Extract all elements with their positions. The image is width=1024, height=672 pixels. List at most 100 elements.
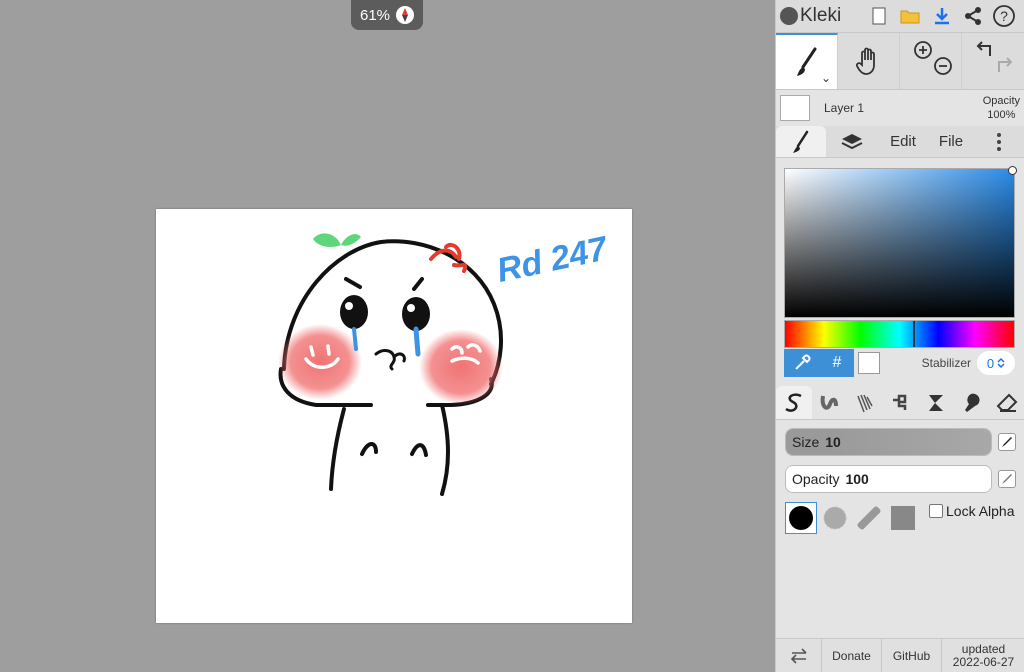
github-link[interactable]: GitHub xyxy=(882,639,942,672)
body-right xyxy=(440,403,450,496)
layer-name: Layer 1 xyxy=(824,101,865,115)
zoom-controls xyxy=(900,33,962,89)
donate-link[interactable]: Donate xyxy=(822,639,882,672)
brush-shape-square[interactable] xyxy=(887,502,919,534)
hue-slider[interactable] xyxy=(784,320,1015,348)
lock-alpha-toggle[interactable]: Lock Alpha xyxy=(929,503,1015,519)
chemy-brush-tab[interactable] xyxy=(918,386,954,419)
drawing-artwork: Rd 247 xyxy=(278,229,612,496)
brush-shape-chisel[interactable] xyxy=(853,502,885,534)
app-logo: Kleki xyxy=(780,5,863,27)
mouth xyxy=(374,349,406,371)
left-eye xyxy=(340,295,368,329)
right-eye xyxy=(402,297,430,331)
canvas-workspace[interactable]: 61% Rd 247 xyxy=(0,0,775,672)
color-saturation-picker[interactable] xyxy=(784,166,1017,318)
tab-brush[interactable] xyxy=(776,126,826,157)
square-shape-icon xyxy=(891,506,915,530)
tab-edit[interactable]: Edit xyxy=(878,126,928,157)
updated-info[interactable]: updated 2022-06-27 xyxy=(942,639,1024,672)
chevron-down-icon[interactable]: ⌄ xyxy=(821,71,831,85)
select-arrows-icon xyxy=(997,357,1005,369)
stabilizer-select[interactable]: 0 xyxy=(977,351,1015,375)
redo-icon[interactable] xyxy=(995,56,1015,74)
secondary-color-swatch[interactable] xyxy=(858,352,880,374)
brush-shape-row: Lock Alpha xyxy=(785,502,1015,534)
left-eyebrow xyxy=(344,277,362,289)
left-arm xyxy=(360,442,378,456)
brush-opacity-slider[interactable]: Opacity 100 xyxy=(785,465,992,493)
help-button[interactable]: ? xyxy=(989,0,1020,32)
save-button[interactable] xyxy=(926,0,957,32)
new-page-icon xyxy=(872,7,886,25)
right-eyebrow xyxy=(412,277,424,291)
pen-pressure-icon xyxy=(1002,437,1012,447)
layer-opacity: Opacity 100% xyxy=(982,95,1020,121)
color-row: # Stabilizer 0 xyxy=(784,349,1015,377)
zoom-indicator[interactable]: 61% xyxy=(351,0,423,30)
top-toolbar: Kleki ? xyxy=(776,0,1024,32)
right-arm xyxy=(410,443,428,457)
smudge-brush-icon xyxy=(964,393,980,412)
brush-type-tabs xyxy=(776,386,1024,420)
layer-thumbnail[interactable] xyxy=(780,95,810,121)
chemy-brush-icon xyxy=(929,394,944,411)
sidebar-panel: Kleki ? ⌄ Layer 1 Opacity 100% Edit File… xyxy=(775,0,1024,672)
zoom-out-icon[interactable] xyxy=(933,56,953,76)
more-menu-button[interactable] xyxy=(974,126,1024,157)
eyedropper-icon xyxy=(795,354,811,370)
new-image-button[interactable] xyxy=(863,0,894,32)
main-tool-row: ⌄ xyxy=(776,32,1024,90)
drawing-canvas[interactable]: Rd 247 xyxy=(156,209,632,623)
share-button[interactable] xyxy=(957,0,988,32)
current-layer-row[interactable]: Layer 1 Opacity 100% xyxy=(776,90,1024,126)
lock-alpha-checkbox[interactable] xyxy=(929,504,943,518)
svg-text:?: ? xyxy=(1000,8,1008,24)
body-left xyxy=(329,407,346,491)
kleki-logo-icon xyxy=(780,7,798,25)
opacity-pressure-toggle[interactable] xyxy=(998,470,1016,488)
layers-icon xyxy=(841,133,863,149)
blend-brush-tab[interactable] xyxy=(812,386,848,419)
sidebar-footer: Donate GitHub updated 2022-06-27 xyxy=(776,638,1024,672)
brush-size-slider[interactable]: Size 10 xyxy=(785,428,992,456)
open-file-button[interactable] xyxy=(894,0,925,32)
blend-brush-icon xyxy=(820,395,839,410)
zoom-level: 61% xyxy=(359,6,391,24)
eyedropper-button[interactable] xyxy=(784,349,820,377)
hex-input-button[interactable]: # xyxy=(820,349,854,377)
download-icon xyxy=(934,8,949,25)
swap-arrows-icon xyxy=(790,647,807,664)
brush-icon xyxy=(793,130,809,153)
share-icon xyxy=(964,7,981,25)
brush-shape-circle[interactable] xyxy=(785,502,817,534)
pen-brush-tab[interactable] xyxy=(776,386,812,419)
left-tear xyxy=(352,327,358,351)
hue-handle[interactable] xyxy=(913,321,915,347)
eraser-tab[interactable] xyxy=(989,386,1024,419)
brush-shape-soft[interactable] xyxy=(819,502,851,534)
size-pressure-toggle[interactable] xyxy=(998,433,1016,451)
pixel-brush-tab[interactable] xyxy=(883,386,919,419)
rotation-compass-icon[interactable] xyxy=(396,6,415,24)
swap-side-button[interactable] xyxy=(776,639,822,672)
chisel-shape-icon xyxy=(857,506,881,530)
sketchy-brush-tab[interactable] xyxy=(847,386,883,419)
soft-shape-icon xyxy=(823,506,847,530)
more-vertical-icon xyxy=(997,132,1001,151)
sketchy-brush-icon xyxy=(857,394,873,412)
hand-icon xyxy=(855,47,875,75)
right-tear xyxy=(413,326,421,357)
undo-icon[interactable] xyxy=(974,40,994,58)
picker-handle[interactable] xyxy=(1008,166,1017,175)
brush-tool-button[interactable]: ⌄ xyxy=(776,33,838,89)
history-controls xyxy=(962,33,1024,89)
tab-layers[interactable] xyxy=(826,126,878,157)
pen-stroke-icon xyxy=(785,392,802,412)
left-blush xyxy=(278,324,362,400)
hand-tool-button[interactable] xyxy=(838,33,900,89)
zoom-in-icon[interactable] xyxy=(913,40,933,60)
signature-text: Rd 247 xyxy=(493,229,612,290)
smudge-brush-tab[interactable] xyxy=(954,386,990,419)
tab-file[interactable]: File xyxy=(928,126,974,157)
